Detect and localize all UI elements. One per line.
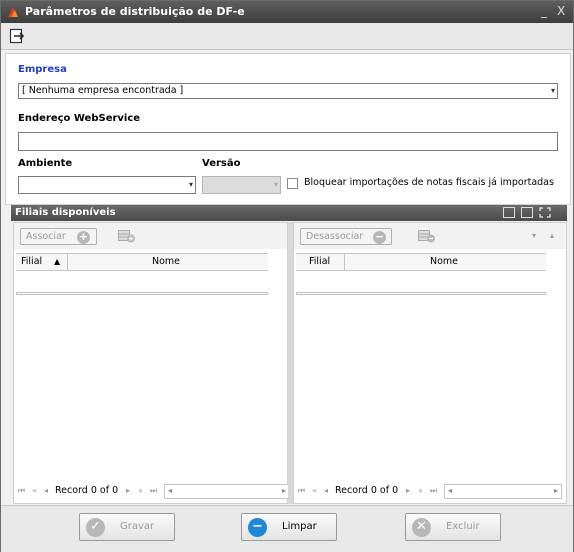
limpar-button[interactable]: − Limpar: [241, 513, 337, 541]
next-record-icon[interactable]: ▸: [406, 486, 410, 495]
empresa-label: Empresa: [18, 64, 67, 75]
webservice-input[interactable]: [18, 132, 558, 151]
minimize-button[interactable]: _: [541, 4, 547, 18]
filiais-section-header: Filiais disponíveis: [11, 205, 567, 221]
associar-label: Associar: [26, 231, 66, 242]
desassociar-label: Desassociar: [306, 231, 364, 242]
left-pane-toolbar: Associar +: [14, 223, 287, 249]
scroll-right-icon[interactable]: ▸: [554, 486, 558, 495]
title-bar: Parâmetros de distribuição de DF-e _ X: [1, 1, 573, 23]
first-record-icon[interactable]: ⏮: [18, 486, 25, 496]
chevron-down-icon: ▾: [550, 86, 555, 95]
right-record-count: Record 0 of 0: [335, 485, 399, 496]
column-divider: [344, 254, 345, 270]
first-record-icon[interactable]: ⏮: [298, 486, 305, 496]
right-empty-row: [296, 292, 546, 295]
right-record-navigator: ⏮ « ◂ Record 0 of 0 ▸ » ⏭ ◂ ▸: [298, 484, 564, 500]
chevron-down-icon: ▾: [188, 180, 193, 189]
column-divider: [67, 254, 68, 270]
gravar-button[interactable]: ✓ Gravar: [79, 513, 175, 541]
last-record-icon[interactable]: ⏭: [430, 486, 437, 496]
chevron-down-icon[interactable]: ▾: [532, 231, 536, 240]
ambiente-label: Ambiente: [18, 158, 73, 169]
column-header-nome[interactable]: Nome: [152, 256, 180, 267]
sort-ascending-icon: ▲: [54, 257, 61, 266]
app-logo-icon: [8, 7, 18, 17]
prev-page-icon[interactable]: «: [32, 486, 37, 495]
associar-button[interactable]: Associar +: [20, 228, 97, 245]
excluir-label: Excluir: [446, 521, 480, 532]
exit-icon[interactable]: [9, 28, 25, 44]
empresa-value: [ Nenhuma empresa encontrada ]: [22, 85, 184, 96]
limpar-label: Limpar: [282, 521, 317, 532]
prev-record-icon[interactable]: ◂: [324, 486, 328, 495]
filiais-disponiveis-pane: Associar + Filial ▲ Nome ⏮ « ◂ Record 0 …: [13, 222, 290, 504]
versao-dropdown[interactable]: ▾: [202, 176, 281, 194]
scroll-left-icon[interactable]: ◂: [448, 486, 452, 495]
filiais-associadas-pane: Desassociar − ▾ ▴ Filial Nome ⏮ « ◂ Reco…: [293, 222, 567, 504]
scroll-left-icon[interactable]: ◂: [168, 486, 172, 495]
check-icon: ✓: [86, 518, 105, 537]
expand-icon[interactable]: [539, 207, 551, 218]
ambiente-dropdown[interactable]: ▾: [18, 176, 196, 194]
column-header-nome[interactable]: Nome: [430, 256, 458, 267]
left-grid-header: Filial ▲ Nome: [16, 253, 268, 271]
toolbar: [1, 23, 573, 50]
grid-remove-icon[interactable]: [418, 230, 436, 243]
scroll-right-icon[interactable]: ▸: [282, 486, 286, 495]
prev-record-icon[interactable]: ◂: [44, 486, 48, 495]
right-grid-header: Filial Nome: [296, 253, 546, 271]
last-record-icon[interactable]: ⏭: [150, 486, 157, 496]
desassociar-button[interactable]: Desassociar −: [300, 228, 392, 245]
next-record-icon[interactable]: ▸: [126, 486, 130, 495]
column-header-filial[interactable]: Filial: [309, 256, 330, 267]
right-pane-toolbar: Desassociar − ▾ ▴: [294, 223, 566, 249]
webservice-label: Endereço WebService: [18, 113, 141, 124]
main-window: Parâmetros de distribuição de DF-e _ X E…: [0, 0, 574, 552]
versao-label: Versão: [202, 158, 241, 169]
left-horizontal-scrollbar[interactable]: ◂ ▸: [164, 484, 290, 499]
chevron-down-icon: ▾: [273, 180, 278, 189]
close-button[interactable]: X: [557, 4, 565, 18]
excluir-button[interactable]: ✕ Excluir: [405, 513, 501, 541]
grid-add-icon[interactable]: [118, 230, 136, 243]
plus-icon: +: [77, 230, 90, 244]
right-horizontal-scrollbar[interactable]: ◂ ▸: [444, 484, 562, 499]
bloquear-label: Bloquear importações de notas fiscais já…: [304, 177, 554, 188]
footer-bar: ✓ Gravar − Limpar ✕ Excluir: [1, 505, 573, 552]
minus-icon: −: [373, 230, 386, 244]
minus-icon: −: [248, 518, 267, 537]
left-record-navigator: ⏮ « ◂ Record 0 of 0 ▸ » ⏭ ◂ ▸: [18, 484, 290, 500]
prev-page-icon[interactable]: «: [312, 486, 317, 495]
section-title: Filiais disponíveis: [15, 207, 116, 218]
left-empty-row: [16, 292, 268, 295]
window-title: Parâmetros de distribuição de DF-e: [25, 5, 245, 18]
column-header-filial[interactable]: Filial: [21, 256, 42, 267]
close-icon: ✕: [412, 518, 431, 537]
next-page-icon[interactable]: »: [138, 486, 143, 495]
chevron-up-icon[interactable]: ▴: [550, 231, 554, 240]
empresa-dropdown[interactable]: [ Nenhuma empresa encontrada ] ▾: [18, 83, 558, 99]
next-page-icon[interactable]: »: [418, 486, 423, 495]
list-view-icon[interactable]: [503, 207, 515, 218]
detail-view-icon[interactable]: [521, 207, 533, 218]
bloquear-checkbox[interactable]: [287, 178, 298, 189]
gravar-label: Gravar: [120, 521, 155, 532]
left-record-count: Record 0 of 0: [55, 485, 119, 496]
